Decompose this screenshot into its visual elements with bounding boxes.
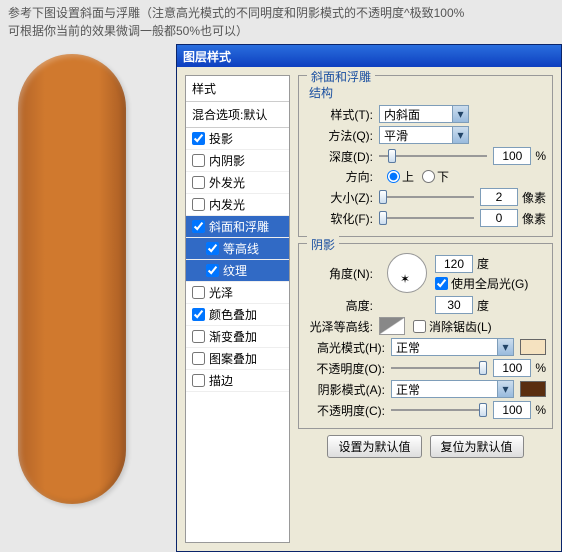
soften-input[interactable] [480, 209, 518, 227]
style-drop-shadow[interactable]: 投影 [186, 128, 289, 150]
shadow-opacity-slider[interactable] [391, 401, 487, 419]
technique-label: 方法(Q): [305, 127, 373, 144]
contour-checkbox[interactable] [206, 242, 219, 255]
highlight-opacity-label: 不透明度(O): [305, 360, 385, 377]
layer-style-dialog: 图层样式 样式 混合选项:默认 投影 内阴影 外发光 内发光 斜面和浮雕 等高线… [176, 44, 562, 552]
style-satin[interactable]: 光泽 [186, 282, 289, 304]
drop-shadow-checkbox[interactable] [192, 132, 205, 145]
gradient-overlay-checkbox[interactable] [192, 330, 205, 343]
bevel-group: 斜面和浮雕 结构 样式(T): 内斜面▾ 方法(Q): 平滑▾ 深度(D): [298, 75, 553, 237]
depth-slider[interactable] [379, 147, 487, 165]
antialias-checkbox[interactable] [413, 320, 426, 333]
style-color-overlay[interactable]: 颜色叠加 [186, 304, 289, 326]
depth-unit: % [535, 149, 546, 163]
size-unit: 像素 [522, 189, 546, 206]
stroke-checkbox[interactable] [192, 374, 205, 387]
global-light-checkbox[interactable] [435, 277, 448, 290]
settings-panel: 斜面和浮雕 结构 样式(T): 内斜面▾ 方法(Q): 平滑▾ 深度(D): [294, 67, 561, 551]
preview-shape [18, 54, 126, 504]
make-default-button[interactable]: 设置为默认值 [327, 435, 421, 458]
dialog-titlebar[interactable]: 图层样式 [177, 45, 561, 67]
highlight-opacity-input[interactable] [493, 359, 531, 377]
angle-dial[interactable]: ✶ [387, 253, 427, 293]
shading-title: 阴影 [307, 236, 339, 253]
style-outer-glow[interactable]: 外发光 [186, 172, 289, 194]
gloss-label: 光泽等高线: [305, 318, 373, 335]
satin-checkbox[interactable] [192, 286, 205, 299]
angle-input[interactable] [435, 255, 473, 273]
altitude-input[interactable] [435, 296, 473, 314]
angle-label: 角度(N): [305, 265, 373, 282]
soften-unit: 像素 [522, 210, 546, 227]
altitude-label: 高度: [305, 297, 373, 314]
chevron-down-icon: ▾ [497, 381, 513, 397]
style-inner-glow[interactable]: 内发光 [186, 194, 289, 216]
style-texture[interactable]: 纹理 [186, 260, 289, 282]
texture-checkbox[interactable] [206, 264, 219, 277]
dialog-title: 图层样式 [183, 48, 231, 65]
structure-title: 结构 [309, 84, 546, 101]
stage: 图层样式 样式 混合选项:默认 投影 内阴影 外发光 内发光 斜面和浮雕 等高线… [0, 44, 562, 544]
shadow-color-swatch[interactable] [520, 381, 546, 397]
highlight-color-swatch[interactable] [520, 339, 546, 355]
style-bevel[interactable]: 斜面和浮雕 [186, 216, 289, 238]
highlight-mode-select[interactable]: 正常▾ [391, 338, 514, 356]
size-label: 大小(Z): [305, 189, 373, 206]
shadow-opacity-input[interactable] [493, 401, 531, 419]
shadow-mode-label: 阴影模式(A): [305, 381, 385, 398]
depth-label: 深度(D): [305, 148, 373, 165]
size-slider[interactable] [379, 188, 474, 206]
bevel-checkbox[interactable] [192, 220, 205, 233]
direction-label: 方向: [305, 168, 373, 185]
shadow-mode-select[interactable]: 正常▾ [391, 380, 514, 398]
inner-shadow-checkbox[interactable] [192, 154, 205, 167]
direction-down-radio[interactable] [422, 170, 435, 183]
highlight-mode-label: 高光模式(H): [305, 339, 385, 356]
blend-options[interactable]: 混合选项:默认 [186, 102, 289, 128]
soften-slider[interactable] [379, 209, 474, 227]
inner-glow-checkbox[interactable] [192, 198, 205, 211]
gloss-contour-picker[interactable] [379, 317, 405, 335]
color-overlay-checkbox[interactable] [192, 308, 205, 321]
styles-list: 样式 混合选项:默认 投影 内阴影 外发光 内发光 斜面和浮雕 等高线 纹理 光… [185, 75, 290, 543]
soften-label: 软化(F): [305, 210, 373, 227]
style-stroke[interactable]: 描边 [186, 370, 289, 392]
direction-up-radio[interactable] [387, 170, 400, 183]
caption-line-2: 可根据你当前的效果微调一般都50%也可以） [8, 24, 248, 38]
outer-glow-checkbox[interactable] [192, 176, 205, 189]
size-input[interactable] [480, 188, 518, 206]
style-gradient-overlay[interactable]: 渐变叠加 [186, 326, 289, 348]
depth-input[interactable] [493, 147, 531, 165]
chevron-down-icon: ▾ [452, 106, 468, 122]
style-contour[interactable]: 等高线 [186, 238, 289, 260]
style-label: 样式(T): [305, 106, 373, 123]
styles-header[interactable]: 样式 [186, 76, 289, 102]
shadow-opacity-label: 不透明度(C): [305, 402, 385, 419]
reset-default-button[interactable]: 复位为默认值 [430, 435, 524, 458]
chevron-down-icon: ▾ [452, 127, 468, 143]
pattern-overlay-checkbox[interactable] [192, 352, 205, 365]
highlight-opacity-slider[interactable] [391, 359, 487, 377]
technique-select[interactable]: 平滑▾ [379, 126, 469, 144]
shading-group: 阴影 角度(N): ✶ 度 使用全局光(G) [298, 243, 553, 429]
style-inner-shadow[interactable]: 内阴影 [186, 150, 289, 172]
style-pattern-overlay[interactable]: 图案叠加 [186, 348, 289, 370]
chevron-down-icon: ▾ [497, 339, 513, 355]
instruction-text: 参考下图设置斜面与浮雕（注意高光模式的不同明度和阴影模式的不透明度^极致100%… [0, 0, 562, 44]
style-select[interactable]: 内斜面▾ [379, 105, 469, 123]
caption-line-1: 参考下图设置斜面与浮雕（注意高光模式的不同明度和阴影模式的不透明度^极致100% [8, 6, 464, 20]
bevel-group-title: 斜面和浮雕 [307, 68, 375, 85]
